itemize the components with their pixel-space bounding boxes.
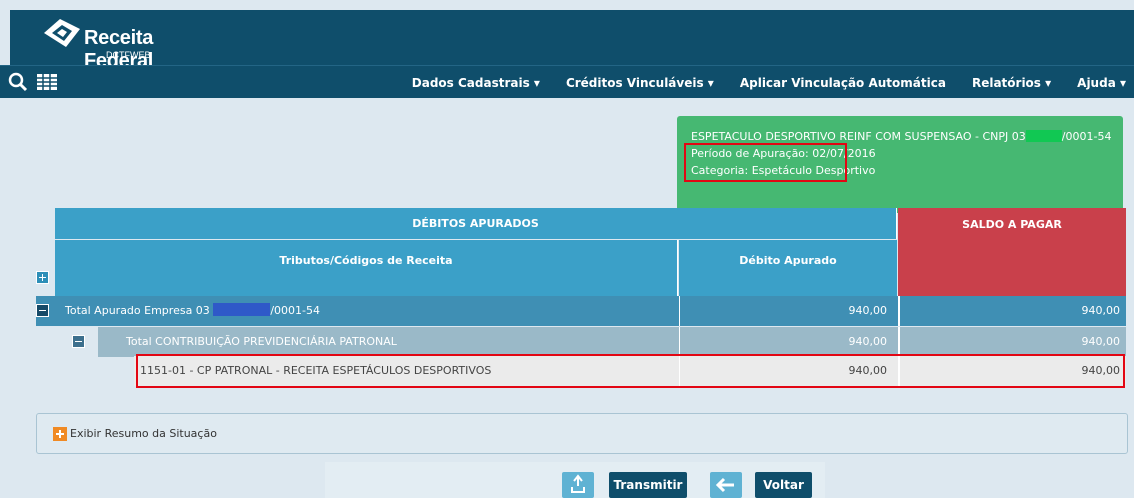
- row-label: Total CONTRIBUIÇÃO PREVIDENCIÁRIA PATRON…: [126, 335, 397, 348]
- header-saldo-a-pagar: SALDO A PAGAR: [898, 208, 1126, 296]
- logo-emblem-icon: [44, 19, 80, 47]
- logo-subtitle: DCTFWEB: [106, 50, 151, 60]
- highlight-box: [684, 143, 847, 182]
- nav-creditos-vinculaveis[interactable]: Créditos Vinculáveis ▾: [566, 76, 714, 90]
- nav-ajuda[interactable]: Ajuda ▾: [1077, 76, 1126, 90]
- voltar-button[interactable]: Voltar: [755, 472, 812, 498]
- nav-dados-cadastrais[interactable]: Dados Cadastrais ▾: [412, 76, 540, 90]
- expand-all-icon[interactable]: [36, 271, 49, 284]
- main-nav: Dados Cadastrais ▾ Créditos Vinculáveis …: [0, 65, 1134, 98]
- col-debito-apurado: Débito Apurado: [679, 240, 897, 296]
- upload-icon[interactable]: [562, 472, 594, 498]
- table-row: Total CONTRIBUIÇÃO PREVIDENCIÁRIA PATRON…: [72, 327, 1126, 357]
- collapse-icon[interactable]: [36, 304, 49, 317]
- search-icon[interactable]: [8, 72, 28, 95]
- table-row: Total Apurado Empresa 03 /0001-54 940,00…: [36, 296, 1126, 326]
- arrow-left-icon[interactable]: [710, 472, 742, 498]
- header-debitos-apurados: DÉBITOS APURADOS: [55, 208, 897, 239]
- col-tributos: Tributos/Códigos de Receita: [55, 240, 678, 296]
- redaction-mask: [213, 303, 271, 316]
- nav-aplicar-vinculacao[interactable]: Aplicar Vinculação Automática: [740, 76, 946, 90]
- redaction-mask: [1025, 130, 1062, 142]
- resumo-situacao-panel[interactable]: Exibir Resumo da Situação: [36, 413, 1128, 454]
- debitos-table: DÉBITOS APURADOS SALDO A PAGAR Tributos/…: [36, 208, 1127, 388]
- highlight-box: [136, 354, 1125, 388]
- transmitir-button[interactable]: Transmitir: [609, 472, 687, 498]
- receita-federal-logo: Receita Federal DCTFWEB: [40, 13, 200, 72]
- resumo-label[interactable]: Exibir Resumo da Situação: [70, 427, 217, 440]
- row-saldo: 940,00: [898, 327, 1126, 357]
- grid-table-icon[interactable]: [36, 72, 58, 95]
- nav-relatorios[interactable]: Relatórios ▾: [972, 76, 1051, 90]
- row-label: Total Apurado Empresa 03 /0001-54: [65, 303, 320, 317]
- row-debito: 940,00: [679, 327, 897, 357]
- plus-icon[interactable]: [53, 427, 67, 441]
- app-header: Receita Federal DCTFWEB: [10, 10, 1134, 72]
- collapse-icon[interactable]: [72, 335, 85, 348]
- row-debito: 940,00: [679, 296, 897, 326]
- row-saldo: 940,00: [898, 296, 1126, 326]
